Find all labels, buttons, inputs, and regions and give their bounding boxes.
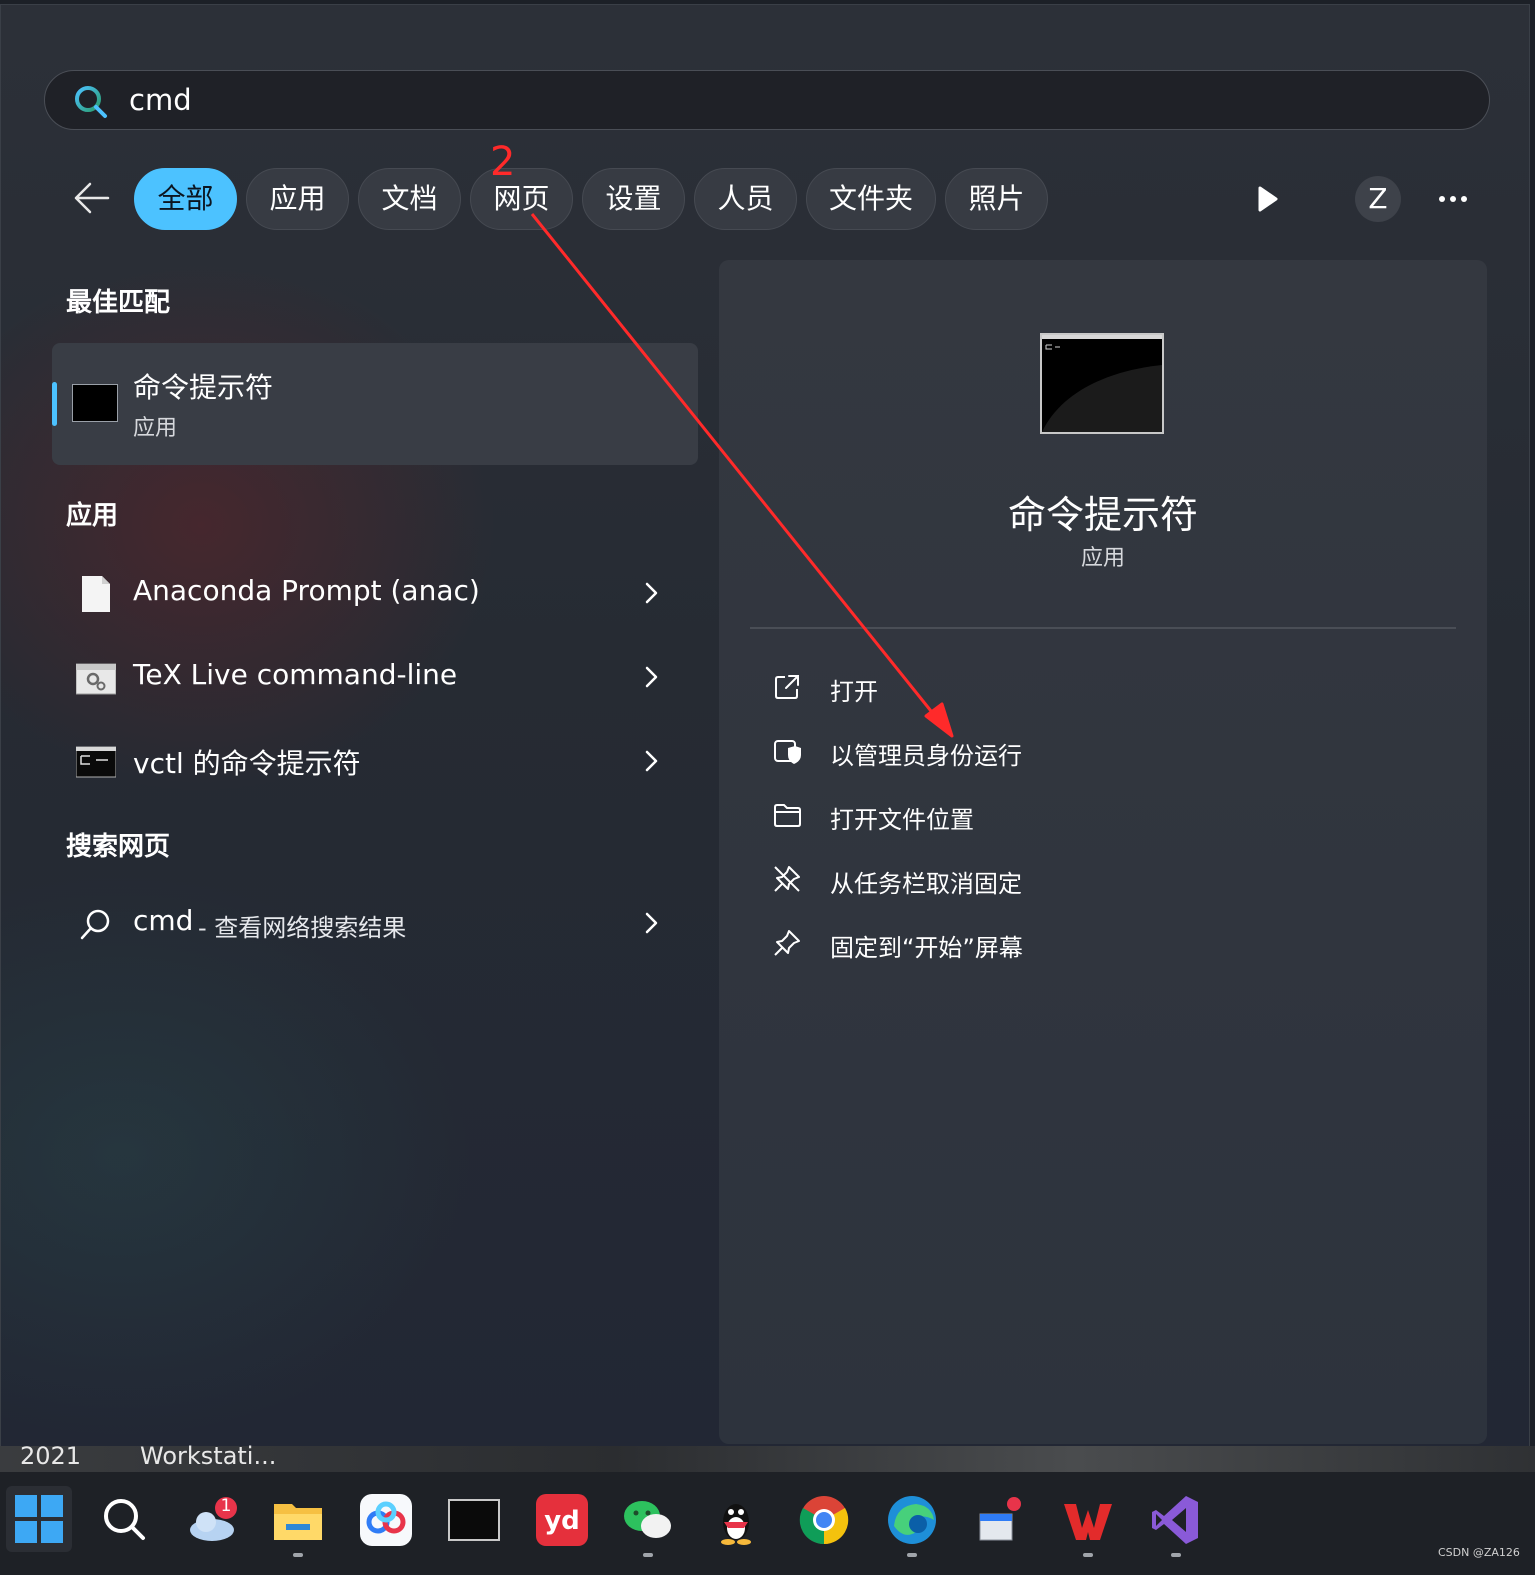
desktop-item-label: Workstati... bbox=[140, 1442, 277, 1470]
wechat-icon[interactable] bbox=[620, 1492, 676, 1548]
web-search-query: cmd bbox=[133, 904, 194, 937]
shield-admin-icon bbox=[772, 736, 802, 766]
tab-apps[interactable]: 应用 bbox=[246, 168, 349, 230]
chevron-right-icon[interactable] bbox=[642, 746, 662, 776]
search-icon bbox=[78, 906, 114, 942]
back-arrow-icon[interactable] bbox=[72, 180, 112, 216]
web-search-suffix: - 查看网络搜索结果 bbox=[198, 914, 407, 942]
selection-indicator bbox=[52, 382, 57, 426]
tex-settings-icon bbox=[76, 658, 116, 698]
tab-people[interactable]: 人员 bbox=[694, 168, 797, 230]
play-icon[interactable] bbox=[1252, 182, 1282, 216]
action-open-file-location[interactable]: 打开文件位置 bbox=[766, 788, 1166, 842]
search-icon[interactable] bbox=[96, 1492, 152, 1548]
action-unpin-taskbar[interactable]: 从任务栏取消固定 bbox=[766, 852, 1166, 906]
app-result-vctl-prompt[interactable]: vctl 的命令提示符 bbox=[52, 724, 698, 800]
account-avatar[interactable]: Z bbox=[1355, 176, 1401, 222]
annotation-step-number: 2 bbox=[490, 139, 516, 185]
tab-documents[interactable]: 文档 bbox=[358, 168, 461, 230]
command-prompt-large-icon bbox=[1040, 333, 1164, 434]
search-icon bbox=[73, 84, 109, 120]
web-search-result[interactable]: cmd - 查看网络搜索结果 bbox=[52, 886, 698, 962]
app-result-label: vctl 的命令提示符 bbox=[133, 747, 361, 780]
youdao-icon[interactable]: yd bbox=[534, 1492, 590, 1548]
document-icon bbox=[76, 574, 116, 614]
tab-folders[interactable]: 文件夹 bbox=[806, 168, 936, 230]
visual-studio-icon[interactable] bbox=[1148, 1492, 1204, 1548]
chevron-right-icon[interactable] bbox=[642, 662, 662, 692]
detail-app-type: 应用 bbox=[1080, 546, 1125, 571]
desktop-item-label: 2021 bbox=[20, 1442, 82, 1470]
chrome-icon[interactable] bbox=[796, 1492, 852, 1548]
detail-divider bbox=[750, 627, 1456, 629]
weather-icon[interactable]: 1 bbox=[184, 1492, 240, 1548]
action-label: 从任务栏取消固定 bbox=[830, 870, 1022, 898]
action-label: 固定到“开始”屏幕 bbox=[830, 934, 1023, 962]
action-label: 打开 bbox=[830, 678, 878, 706]
best-match-name: 命令提示符 bbox=[133, 371, 274, 404]
taskbar: 1 yd bbox=[0, 1472, 1535, 1575]
web-search-heading: 搜索网页 bbox=[66, 832, 171, 862]
more-options-icon[interactable] bbox=[1434, 186, 1474, 212]
action-run-as-admin[interactable]: 以管理员身份运行 bbox=[766, 724, 1166, 778]
svg-text:yd: yd bbox=[544, 1506, 580, 1536]
folder-icon bbox=[772, 800, 802, 830]
open-external-icon bbox=[772, 672, 802, 702]
action-open[interactable]: 打开 bbox=[766, 660, 1166, 714]
wps-icon[interactable] bbox=[1060, 1492, 1116, 1548]
search-input[interactable] bbox=[129, 79, 1429, 121]
action-label: 打开文件位置 bbox=[830, 806, 974, 834]
terminal-icon[interactable] bbox=[446, 1492, 502, 1548]
app-result-tex-live[interactable]: TeX Live command-line bbox=[52, 640, 698, 716]
app-notification-icon[interactable] bbox=[972, 1492, 1028, 1548]
app-result-label: TeX Live command-line bbox=[133, 658, 458, 691]
watermark: CSDN @ZA126 bbox=[1438, 1546, 1520, 1559]
command-prompt-icon bbox=[72, 384, 118, 422]
tab-settings[interactable]: 设置 bbox=[582, 168, 685, 230]
tab-all[interactable]: 全部 bbox=[134, 168, 237, 230]
unpin-icon bbox=[772, 864, 802, 894]
console-icon bbox=[76, 742, 116, 782]
running-indicator bbox=[293, 1553, 303, 1557]
pin-icon bbox=[772, 928, 802, 958]
running-indicator bbox=[1171, 1553, 1181, 1557]
action-pin-to-start[interactable]: 固定到“开始”屏幕 bbox=[766, 916, 1166, 970]
running-indicator bbox=[907, 1553, 917, 1557]
edge-icon[interactable] bbox=[884, 1492, 940, 1548]
baidu-netdisk-icon[interactable] bbox=[358, 1492, 414, 1548]
best-match-type: 应用 bbox=[133, 416, 178, 441]
running-indicator bbox=[643, 1553, 653, 1557]
tab-photos[interactable]: 照片 bbox=[945, 168, 1048, 230]
search-bar[interactable] bbox=[44, 70, 1490, 130]
detail-app-name: 命令提示符 bbox=[1007, 493, 1198, 537]
qq-icon[interactable] bbox=[708, 1492, 764, 1548]
app-result-label: Anaconda Prompt (anac) bbox=[133, 574, 480, 607]
running-indicator bbox=[1083, 1553, 1093, 1557]
weather-badge: 1 bbox=[220, 1496, 232, 1516]
tab-web[interactable]: 网页 bbox=[470, 168, 573, 230]
chevron-right-icon[interactable] bbox=[642, 578, 662, 608]
windows-start-icon[interactable] bbox=[6, 1486, 72, 1552]
best-match-heading: 最佳匹配 bbox=[66, 288, 171, 318]
file-explorer-icon[interactable] bbox=[270, 1492, 326, 1548]
action-label: 以管理员身份运行 bbox=[830, 742, 1022, 770]
chevron-right-icon[interactable] bbox=[642, 908, 662, 938]
